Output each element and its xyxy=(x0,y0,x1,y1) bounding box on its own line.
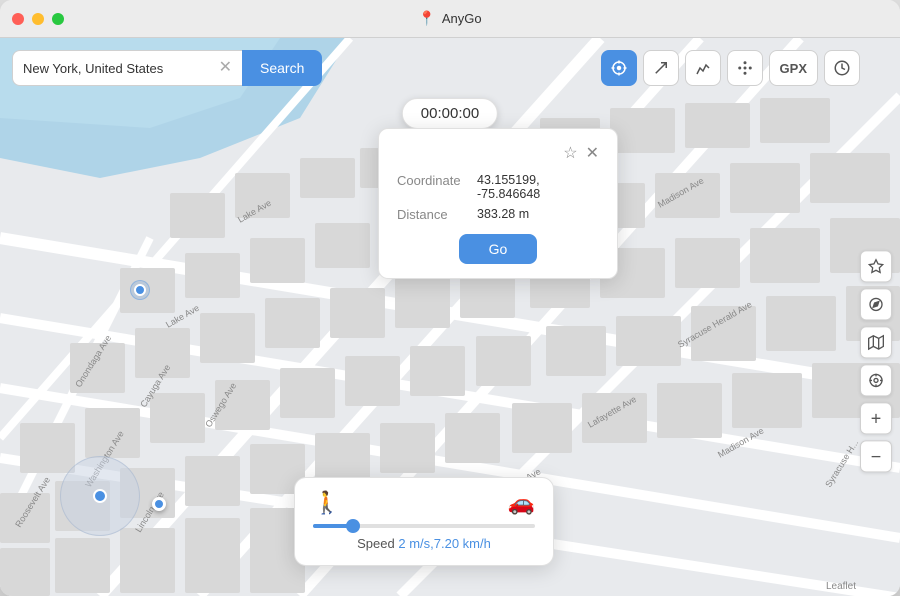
route-button[interactable] xyxy=(643,50,679,86)
app-title: AnyGo xyxy=(442,11,482,26)
distance-row: Distance 383.28 m xyxy=(397,207,599,222)
speed-text: Speed 2 m/s,7.20 km/h xyxy=(313,536,535,551)
mini-compass xyxy=(60,456,140,536)
multipoint-button[interactable] xyxy=(685,50,721,86)
speed-slider-fill xyxy=(313,524,353,528)
traffic-lights xyxy=(12,13,64,25)
popup-close-button[interactable]: ✕ xyxy=(586,143,599,163)
dots-button[interactable] xyxy=(727,50,763,86)
current-location-dot xyxy=(152,497,166,511)
speed-icons-row: 🚶 🚗 xyxy=(313,490,535,516)
title-icon: 📍 xyxy=(418,10,435,27)
go-button[interactable]: Go xyxy=(459,234,538,264)
car-icon: 🚗 xyxy=(508,490,535,516)
crosshair-button[interactable] xyxy=(601,50,637,86)
speed-label: Speed xyxy=(357,536,395,551)
right-star-button[interactable] xyxy=(860,250,892,282)
distance-label: Distance xyxy=(397,207,467,222)
speed-slider-thumb[interactable] xyxy=(346,519,360,533)
speed-slider-track[interactable] xyxy=(313,524,535,528)
mini-compass-center xyxy=(93,489,107,503)
maximize-button[interactable] xyxy=(52,13,64,25)
zoom-out-button[interactable]: − xyxy=(860,440,892,472)
top-right-toolbar: GPX xyxy=(601,50,860,86)
popup-star-button[interactable]: ☆ xyxy=(563,143,577,163)
clock-button[interactable] xyxy=(824,50,860,86)
walk-icon: 🚶 xyxy=(313,490,340,516)
leaflet-attribution: Leaflet xyxy=(826,581,856,592)
search-clear-button[interactable]: ✕ xyxy=(219,60,232,76)
search-input[interactable] xyxy=(23,61,215,76)
map-container[interactable]: Lake Ave Lake Ave Onondaga Ave Cayuga Av… xyxy=(0,38,900,596)
right-target-button[interactable] xyxy=(860,364,892,396)
right-compass-button[interactable] xyxy=(860,288,892,320)
minimize-button[interactable] xyxy=(32,13,44,25)
search-bar: ✕ Search xyxy=(12,50,322,86)
coordinate-popup: ☆ ✕ Coordinate 43.155199, -75.846648 Dis… xyxy=(378,128,618,279)
title-bar: 📍 AnyGo xyxy=(0,0,900,38)
map-location-indicator xyxy=(130,280,150,300)
coordinate-row: Coordinate 43.155199, -75.846648 xyxy=(397,173,599,201)
gpx-button[interactable]: GPX xyxy=(769,50,818,86)
distance-value: 383.28 m xyxy=(477,207,529,222)
zoom-in-button[interactable]: + xyxy=(860,402,892,434)
search-button[interactable]: Search xyxy=(242,50,322,86)
speed-value: 2 m/s,7.20 km/h xyxy=(398,536,490,551)
right-map-button[interactable] xyxy=(860,326,892,358)
popup-header: ☆ ✕ xyxy=(397,143,599,163)
coordinate-value: 43.155199, -75.846648 xyxy=(477,173,599,201)
speed-panel: 🚶 🚗 Speed 2 m/s,7.20 km/h xyxy=(294,477,554,566)
search-input-wrapper[interactable]: ✕ xyxy=(12,50,242,86)
title-bar-title: 📍 AnyGo xyxy=(418,10,481,27)
close-button[interactable] xyxy=(12,13,24,25)
timer-badge: 00:00:00 xyxy=(402,98,498,129)
coordinate-label: Coordinate xyxy=(397,173,467,201)
app-window: 📍 AnyGo xyxy=(0,0,900,596)
right-toolbar: + − xyxy=(860,250,892,472)
